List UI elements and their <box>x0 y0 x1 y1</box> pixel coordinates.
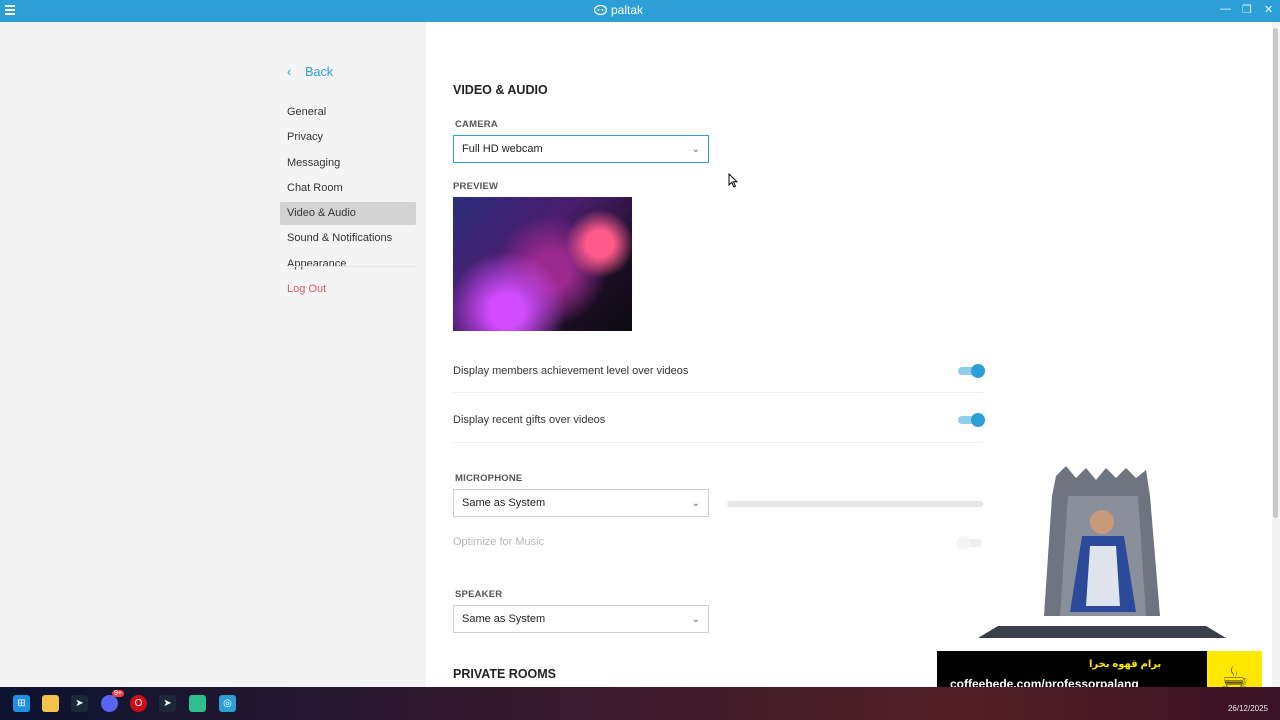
sidebar-item-messaging[interactable]: Messaging <box>280 152 416 175</box>
close-icon[interactable]: ✕ <box>1264 3 1273 16</box>
throne-overlay-image <box>978 466 1226 638</box>
scrollbar-thumb[interactable] <box>1273 28 1278 518</box>
opera-icon[interactable]: O <box>130 695 147 712</box>
microphone-level-meter <box>727 501 983 507</box>
app-icon[interactable] <box>189 695 206 712</box>
toggle-achievement-switch[interactable] <box>958 364 985 378</box>
microphone-select[interactable]: Same as System ⌄ <box>453 489 709 517</box>
mouse-cursor-icon <box>728 173 738 188</box>
microphone-value: Same as System <box>462 497 546 509</box>
scrollbar[interactable] <box>1272 22 1280 687</box>
sidebar-item-sound-notifications[interactable]: Sound & Notifications <box>280 227 416 250</box>
row-divider <box>453 392 983 393</box>
toggle-gifts-switch[interactable] <box>958 413 985 427</box>
camera-value: Full HD webcam <box>462 143 543 155</box>
minimize-icon[interactable]: — <box>1220 3 1231 15</box>
back-button[interactable]: ‹ Back <box>287 65 333 79</box>
toggle-gifts-label: Display recent gifts over videos <box>453 414 606 426</box>
file-explorer-icon[interactable] <box>42 695 59 712</box>
taskbar: ⊞ ➤ 9+ O ➤ ◎ 26/12/2025 <box>0 687 1280 720</box>
preview-label: PREVIEW <box>453 181 499 192</box>
camera-label: CAMERA <box>455 119 498 130</box>
settings-nav: General Privacy Messaging Chat Room Vide… <box>280 101 416 278</box>
chevron-down-icon: ⌄ <box>691 614 700 625</box>
divider <box>287 266 415 267</box>
app-logo: paltak <box>594 3 643 17</box>
sidebar-item-privacy[interactable]: Privacy <box>280 126 416 149</box>
sidebar-item-video-audio[interactable]: Video & Audio <box>280 202 416 226</box>
promo-text: برام قهوه بخرا <box>1089 659 1162 670</box>
chevron-down-icon: ⌄ <box>691 144 700 155</box>
speaker-value: Same as System <box>462 613 546 625</box>
tray-date: 26/12/2025 <box>1227 704 1268 713</box>
speaker-select[interactable]: Same as System ⌄ <box>453 605 709 633</box>
steam-icon[interactable]: ➤ <box>159 695 176 712</box>
chevron-down-icon: ⌄ <box>691 498 700 509</box>
logout-link[interactable]: Log Out <box>287 283 326 295</box>
paltalk-taskbar-icon[interactable]: ◎ <box>219 695 236 712</box>
system-tray-clock[interactable]: 26/12/2025 <box>1228 692 1268 714</box>
optimize-music-label: Optimize for Music <box>453 536 545 548</box>
back-label: Back <box>305 65 333 79</box>
paltalk-bubble-icon <box>594 4 607 15</box>
sidebar-item-general[interactable]: General <box>280 101 416 124</box>
toggle-achievement-label: Display members achievement level over v… <box>453 365 689 377</box>
discord-icon[interactable]: 9+ <box>101 690 124 712</box>
windows-start-icon[interactable]: ⊞ <box>13 695 30 712</box>
microphone-label: MICROPHONE <box>455 473 523 484</box>
app-name: paltak <box>611 3 644 17</box>
row-divider <box>453 442 983 443</box>
sidebar-item-appearance[interactable]: Appearance <box>280 253 416 276</box>
camera-preview <box>453 197 632 331</box>
speaker-label: SPEAKER <box>455 589 503 600</box>
title-bar: paltak — ❐ ✕ <box>0 0 1280 22</box>
camera-select[interactable]: Full HD webcam ⌄ <box>453 135 709 163</box>
hamburger-menu-icon[interactable] <box>5 5 15 17</box>
restore-icon[interactable]: ❐ <box>1242 3 1252 16</box>
steam-icon[interactable]: ➤ <box>71 695 88 712</box>
private-rooms-title: PRIVATE ROOMS <box>453 667 557 681</box>
sidebar-item-chat-room[interactable]: Chat Room <box>280 177 416 200</box>
chevron-left-icon: ‹ <box>287 65 292 79</box>
discord-badge: 9+ <box>112 690 124 697</box>
section-title: VIDEO & AUDIO <box>453 83 548 97</box>
settings-sidebar: ‹ Back General Privacy Messaging Chat Ro… <box>0 22 426 687</box>
